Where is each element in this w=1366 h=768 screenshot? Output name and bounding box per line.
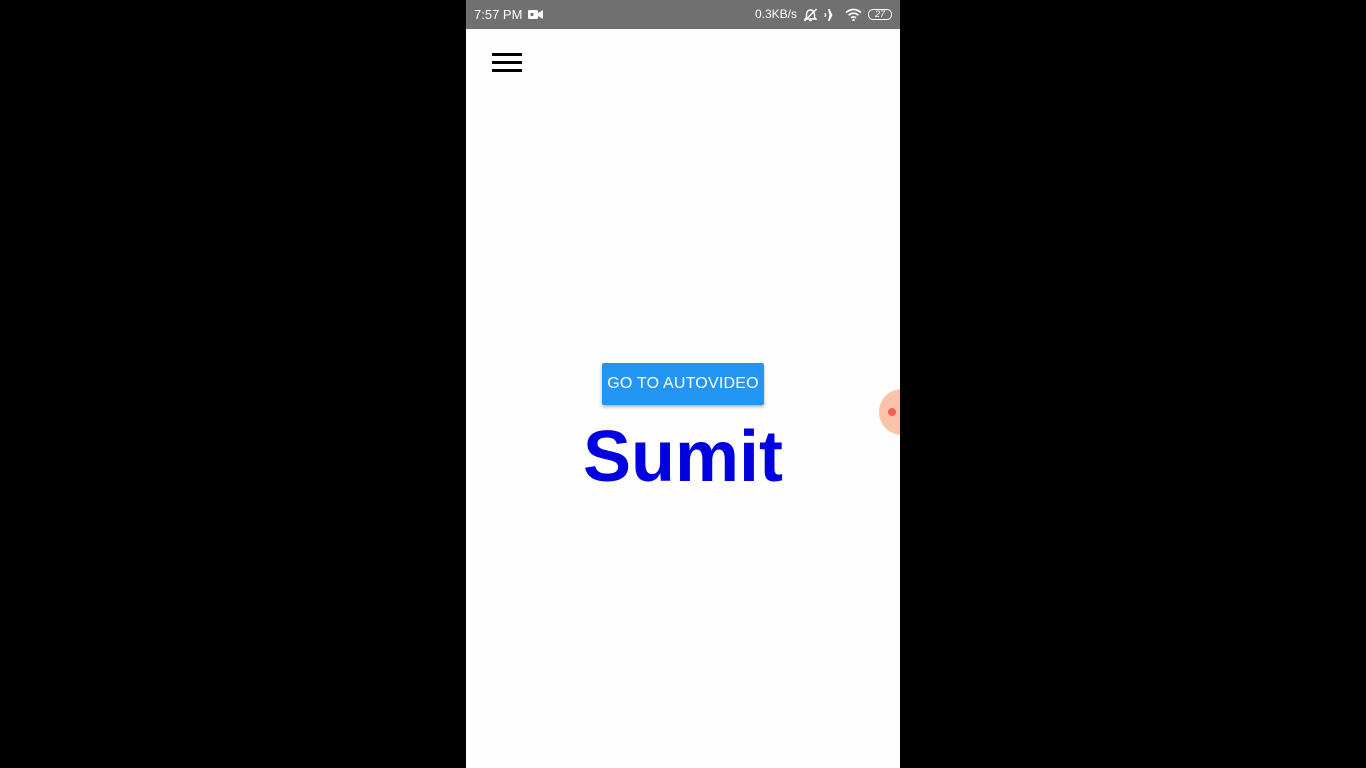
menu-bar-bottom <box>492 69 522 72</box>
network-speed: 0.3KB/s <box>754 7 797 21</box>
battery-icon: 27 <box>868 9 892 20</box>
airplane-icon <box>824 8 839 22</box>
alarm-off-icon <box>803 8 818 22</box>
user-name-text: Sumit <box>582 417 783 497</box>
record-dot-icon <box>888 408 896 416</box>
wifi-icon <box>845 8 862 21</box>
phone-screen: 7:57 PM 0.3KB/s 27 GO TO AUTOVIDEO Sumit <box>466 0 900 768</box>
status-bar-left: 7:57 PM <box>474 7 544 22</box>
go-to-autovideo-button[interactable]: GO TO AUTOVIDEO <box>602 363 764 405</box>
hamburger-menu-icon[interactable] <box>488 49 524 79</box>
status-bar: 7:57 PM 0.3KB/s 27 <box>466 0 900 29</box>
status-bar-right: 0.3KB/s 27 <box>755 7 892 22</box>
menu-bar-top <box>492 53 522 56</box>
menu-bar-middle <box>492 61 522 64</box>
video-record-icon <box>528 9 544 20</box>
status-time: 7:57 PM <box>474 7 523 22</box>
